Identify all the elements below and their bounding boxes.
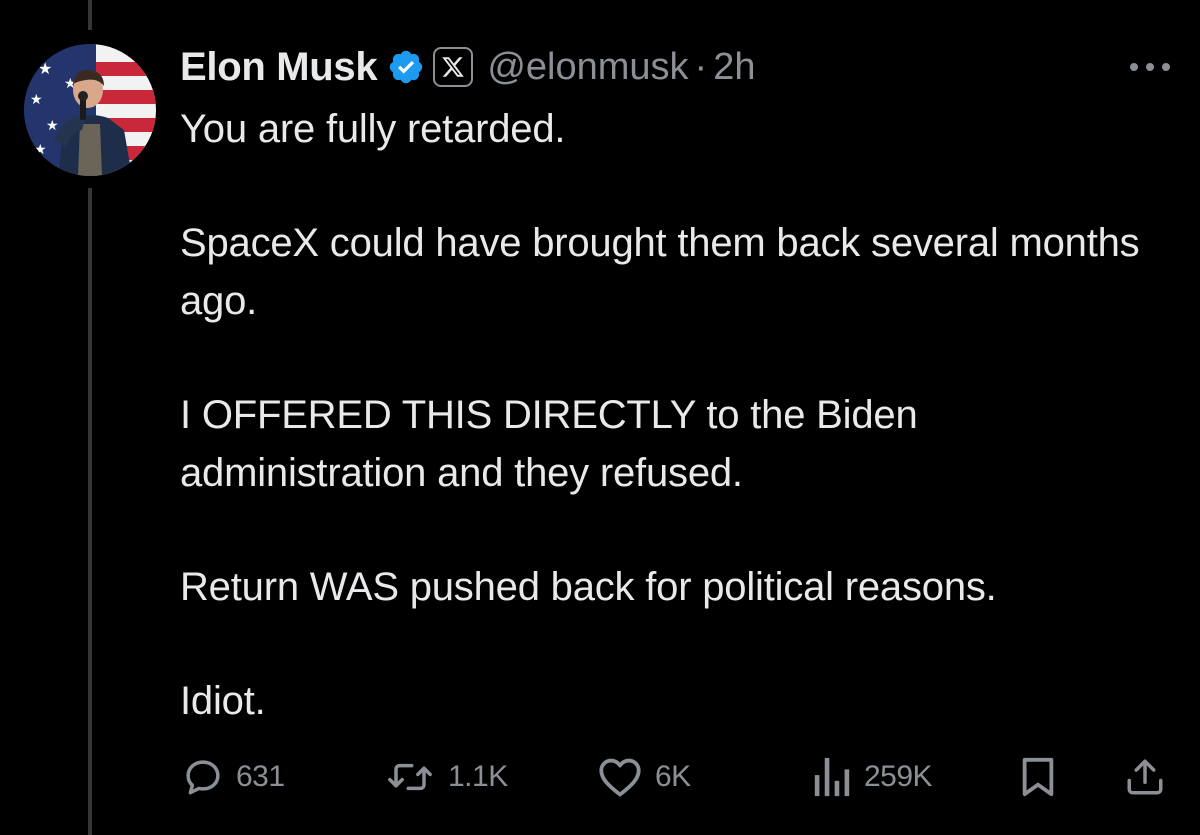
reply-button[interactable]: 631 bbox=[182, 754, 285, 800]
tweet-paragraph: Return WAS pushed back for political rea… bbox=[180, 565, 997, 609]
header-separator: · bbox=[694, 45, 708, 88]
repost-button[interactable]: 1.1K bbox=[384, 754, 508, 800]
repost-icon bbox=[384, 756, 436, 798]
tweet-paragraph: I OFFERED THIS DIRECTLY to the Biden adm… bbox=[180, 393, 918, 495]
author-name[interactable]: Elon Musk bbox=[180, 45, 378, 90]
tweet-paragraph: SpaceX could have brought them back seve… bbox=[180, 221, 1140, 323]
thread-line-top bbox=[88, 0, 92, 30]
like-count: 6K bbox=[655, 760, 691, 793]
svg-text:★: ★ bbox=[34, 142, 47, 158]
tweet-paragraph: You are fully retarded. bbox=[180, 107, 566, 151]
more-options-icon[interactable] bbox=[1128, 58, 1172, 76]
verified-badge-icon[interactable] bbox=[387, 48, 425, 86]
reply-icon bbox=[182, 756, 224, 798]
views-button[interactable]: 259K bbox=[812, 754, 933, 800]
tweet-timestamp[interactable]: 2h bbox=[713, 46, 755, 89]
views-chart-icon bbox=[812, 756, 852, 798]
thread-line-bottom bbox=[88, 188, 92, 835]
like-button[interactable]: 6K bbox=[597, 754, 691, 800]
repost-count: 1.1K bbox=[448, 760, 508, 793]
svg-text:★: ★ bbox=[38, 59, 52, 78]
views-count: 259K bbox=[864, 760, 933, 793]
author-handle[interactable]: @elonmusk bbox=[487, 46, 688, 89]
bookmark-button[interactable] bbox=[1020, 754, 1056, 800]
reply-count: 631 bbox=[236, 760, 285, 793]
share-icon bbox=[1124, 756, 1166, 798]
tweet-text: You are fully retarded. SpaceX could hav… bbox=[180, 100, 1170, 786]
tweet-paragraph: Idiot. bbox=[180, 679, 266, 723]
avatar[interactable]: ★ ★ ★ ★ ★ bbox=[24, 44, 156, 176]
heart-icon bbox=[597, 756, 643, 798]
share-button[interactable] bbox=[1124, 754, 1166, 800]
x-logo-icon[interactable] bbox=[433, 47, 474, 87]
elon-musk-avatar-icon: ★ ★ ★ ★ ★ bbox=[24, 44, 156, 176]
svg-text:★: ★ bbox=[30, 92, 43, 108]
tweet-header: Elon Musk @elonmusk · 2h bbox=[180, 40, 755, 94]
bookmark-icon bbox=[1020, 756, 1056, 798]
svg-text:★: ★ bbox=[46, 118, 59, 134]
